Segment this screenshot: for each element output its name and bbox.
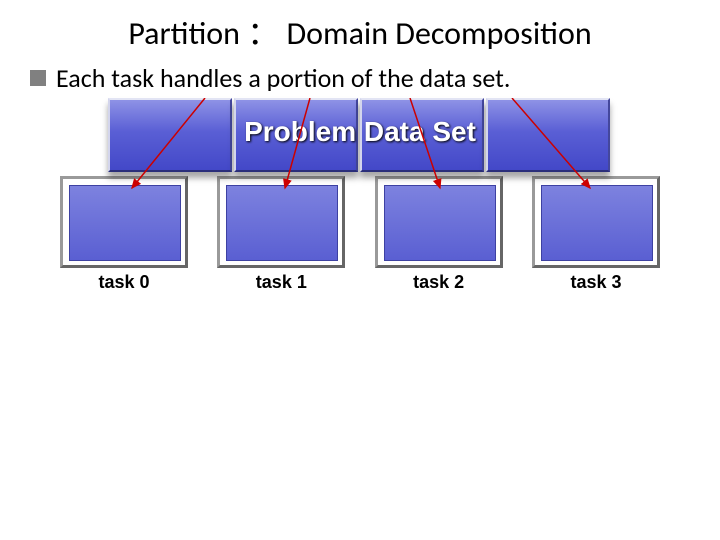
bullet-row: Each task handles a portion of the data … <box>30 62 510 94</box>
task-label: task 0 <box>60 272 188 293</box>
slide: Partition ： Domain Decomposition Each ta… <box>0 0 720 540</box>
slide-title: Partition ： Domain Decomposition <box>0 8 720 54</box>
task-fill <box>69 185 181 261</box>
arrow-line <box>285 98 310 188</box>
task-label: task 2 <box>375 272 503 293</box>
task-fill <box>226 185 338 261</box>
arrow-line <box>132 98 205 188</box>
task-label: task 3 <box>532 272 660 293</box>
task-fill <box>541 185 653 261</box>
arrow-line <box>512 98 590 188</box>
arrows-svg <box>60 98 660 194</box>
task-label: task 1 <box>217 272 345 293</box>
task-fill <box>384 185 496 261</box>
diagram: Problem Data Set task 0 task 1 task 2 <box>60 98 660 293</box>
arrow-line <box>410 98 440 188</box>
square-bullet-icon <box>30 70 46 86</box>
bullet-text: Each task handles a portion of the data … <box>56 62 510 94</box>
